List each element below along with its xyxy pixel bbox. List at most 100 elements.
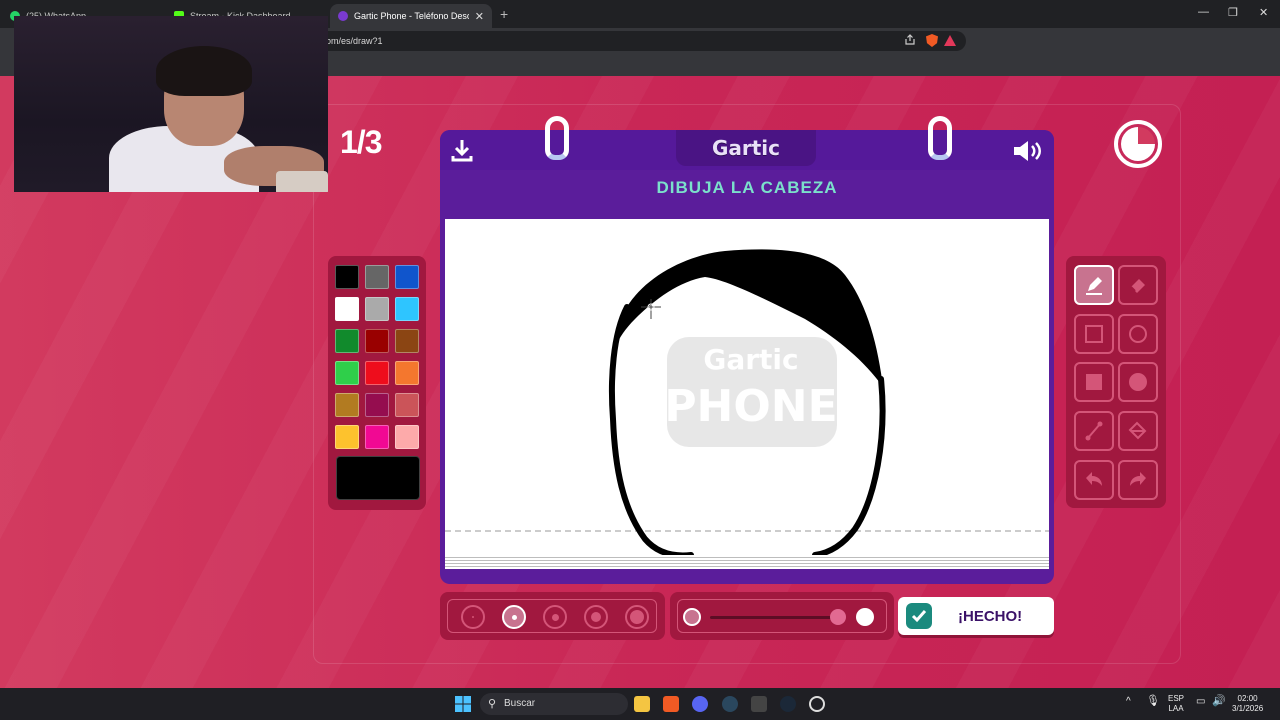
done-label: ¡HECHO! [958,607,1023,625]
color-swatch[interactable] [365,425,389,449]
brave-browser-icon[interactable] [663,696,679,712]
opacity-slider-track[interactable] [710,616,840,619]
microphone-icon[interactable]: 🎙 [1146,696,1160,707]
share-icon[interactable] [904,34,916,46]
color-swatch[interactable] [395,329,419,353]
color-swatch[interactable] [335,329,359,353]
brush-size-4[interactable] [584,605,608,629]
close-tab-icon[interactable]: ✕ [475,10,484,23]
bucket-tool-button[interactable] [1118,411,1158,451]
circle-outline-icon [1129,325,1147,343]
drawing-prompt: DIBUJA LA CABEZA [656,178,838,197]
webcam-overlay [14,16,328,192]
logo-text: Gartic [711,136,781,160]
selected-color-preview [336,456,420,500]
rect-filled-icon [1086,374,1102,390]
binder-ring [545,116,569,160]
round-counter: 1/3 [340,124,382,160]
brave-rewards-icon[interactable] [944,35,956,46]
color-swatch[interactable] [395,265,419,289]
circle-filled-icon [1129,373,1147,391]
obs-icon[interactable] [751,696,767,712]
lang-code: ESP [1168,694,1185,703]
color-swatch[interactable] [395,297,419,321]
check-icon [906,603,932,629]
watermark-text: Gartic [703,343,798,376]
gartic-logo: Gartic [676,130,816,166]
url-field[interactable]: om/es/draw?1 [316,31,966,51]
clock[interactable]: 02:00 3/1/2026 [1232,694,1263,714]
app-icon[interactable] [809,696,825,712]
notebook-header: Gartic DIBUJA LA CABEZA [440,130,1054,216]
webcam-device [276,171,328,192]
minimize-button[interactable]: — [1198,6,1209,18]
new-tab-button[interactable]: + [500,6,508,22]
color-swatch[interactable] [395,361,419,385]
lang-layout: LAA [1168,704,1184,713]
line-tool-button[interactable] [1074,411,1114,451]
brush-size-3[interactable] [543,605,567,629]
search-icon: ⚲ [488,698,497,710]
clock-time: 02:00 [1237,694,1258,703]
color-swatch[interactable] [395,425,419,449]
gartic-phone-watermark: Gartic PHONE [664,337,838,447]
network-icon[interactable]: ▭ [1196,697,1205,707]
clock-date: 3/1/2026 [1232,704,1264,713]
color-swatch[interactable] [365,393,389,417]
steam-icon[interactable] [722,696,738,712]
color-swatch[interactable] [395,393,419,417]
maximize-button[interactable]: ❐ [1228,6,1238,19]
done-button[interactable]: ¡HECHO! [898,597,1054,635]
timer-icon [1114,120,1162,168]
redo-button[interactable] [1118,460,1158,500]
brave-shield-icon[interactable] [926,34,938,47]
webcam-person-hair [156,46,252,96]
eraser-icon [1130,279,1145,293]
windows-start-icon[interactable] [455,696,471,712]
color-swatch[interactable] [365,297,389,321]
brush-size-2[interactable] [502,605,526,629]
language-indicator[interactable]: ESP LAA [1168,694,1184,714]
color-swatch[interactable] [335,361,359,385]
undo-button[interactable] [1074,460,1114,500]
circle-filled-tool-button[interactable] [1118,362,1158,402]
steam-icon[interactable] [780,696,796,712]
color-swatch[interactable] [335,425,359,449]
file-explorer-icon[interactable] [634,696,650,712]
color-swatch[interactable] [365,329,389,353]
opacity-slider-handle[interactable] [830,609,846,625]
close-window-button[interactable]: ✕ [1259,6,1268,19]
color-swatch[interactable] [365,265,389,289]
line-icon [1085,421,1103,441]
rectangle-filled-tool-button[interactable] [1074,362,1114,402]
brush-size-1[interactable] [461,605,485,629]
windows-taskbar: ⚲ Buscar ^ 🎙 ESP LAA ▭ 🔊 02:00 3/1/2026 [0,688,1280,720]
notebook-pages [445,555,1049,569]
binder-ring [928,116,952,160]
pencil-icon [1086,277,1102,295]
tray-chevron-icon[interactable]: ^ [1126,697,1131,707]
color-swatch[interactable] [365,361,389,385]
opacity-low-icon [683,608,701,626]
tab-gartic[interactable]: Gartic Phone - Teléfono Descom ✕ [330,4,492,28]
circle-outline-tool-button[interactable] [1118,314,1158,354]
download-icon[interactable] [450,138,474,162]
bucket-icon [1128,421,1147,440]
rectangle-outline-tool-button[interactable] [1074,314,1114,354]
color-swatch[interactable] [335,297,359,321]
discord-icon[interactable] [692,696,708,712]
gartic-icon [338,11,348,21]
pencil-tool-button[interactable] [1074,265,1114,305]
opacity-high-icon [856,608,874,626]
watermark-text: PHONE [664,381,837,432]
eraser-tool-button[interactable] [1118,265,1158,305]
volume-icon[interactable] [1012,138,1044,164]
taskbar-search[interactable]: ⚲ Buscar [480,693,628,715]
volume-tray-icon[interactable]: 🔊 [1212,696,1226,707]
color-swatch[interactable] [335,393,359,417]
url-text: om/es/draw?1 [326,36,383,46]
brush-size-5[interactable] [625,605,649,629]
tab-title: Gartic Phone - Teléfono Descom [354,11,469,21]
color-swatch[interactable] [335,265,359,289]
drawing-canvas[interactable]: Gartic PHONE [445,219,1049,567]
